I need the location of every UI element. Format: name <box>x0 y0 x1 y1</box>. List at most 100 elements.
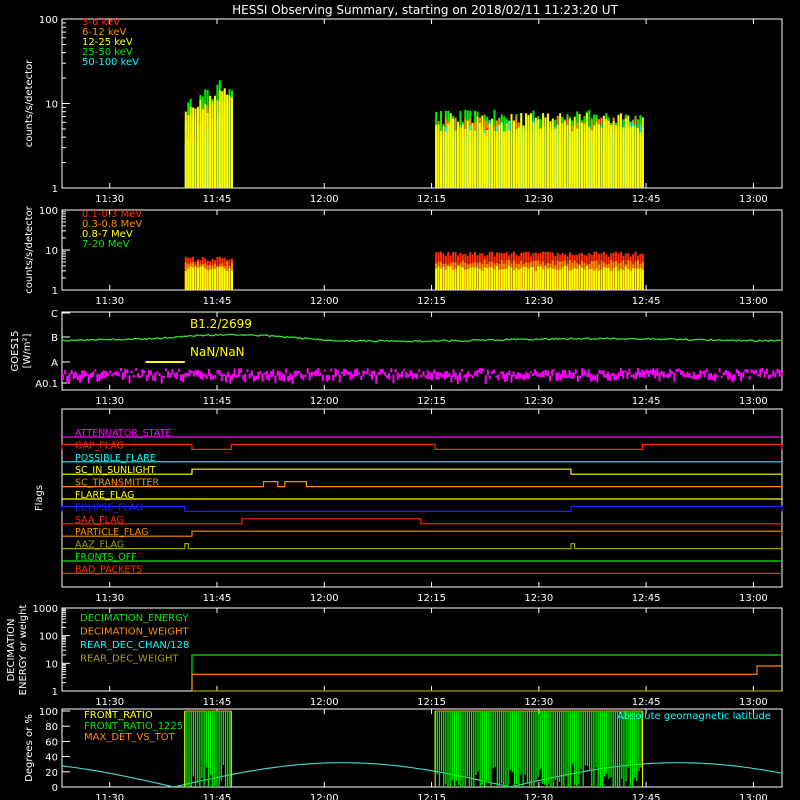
goes-short-bar <box>132 374 135 378</box>
counts-low-bar <box>471 122 474 188</box>
goes-short-bar <box>594 375 597 381</box>
counts-high-xtick-label: 13:00 <box>739 296 768 307</box>
goes-short-bar <box>375 374 378 384</box>
goes-short-bar <box>197 370 200 377</box>
goes-short-bar <box>570 372 573 380</box>
goes-short-bar <box>426 370 429 379</box>
goes-short-bar <box>87 374 90 384</box>
goes-short-bar <box>231 373 234 380</box>
counts-low-bar <box>522 125 525 188</box>
goes-short-bar <box>205 374 208 379</box>
goes-short-bar <box>538 373 541 378</box>
counts-high-bar <box>564 265 567 290</box>
goes-short-bar <box>413 373 416 378</box>
goes-short-bar <box>282 373 285 382</box>
counts-low-bar <box>636 127 639 188</box>
flags-xtick-label: 12:00 <box>310 593 339 604</box>
ratio-ytick-label: 40 <box>45 753 58 764</box>
counts-low-bar <box>510 114 513 188</box>
goes-short-bar <box>574 369 577 374</box>
counts-low-bar <box>444 132 447 188</box>
goes-short-bar <box>272 369 275 377</box>
goes-short-bar <box>488 375 491 380</box>
goes-short-bar <box>506 372 509 382</box>
flags-xtick-label: 13:00 <box>739 593 768 604</box>
goes-short-bar <box>143 370 146 374</box>
ratio-xtick-label: 12:15 <box>417 793 446 800</box>
counts-high-bar <box>192 267 195 290</box>
goes-short-bar <box>733 373 736 381</box>
counts-high-bar <box>228 268 231 290</box>
counts-low-bar <box>622 127 625 188</box>
decimation-ytick-label: 1000 <box>33 604 58 615</box>
counts-low-bar <box>464 129 467 188</box>
decimation-ylabel-2: ENERGY or weight <box>18 605 29 696</box>
goes-short-bar <box>626 371 629 379</box>
goes-short-bar <box>527 373 530 379</box>
goes-short-bar <box>542 370 545 378</box>
goes-short-bar <box>244 373 247 383</box>
goes-short-bar <box>390 368 393 373</box>
goes-short-bar <box>679 370 682 375</box>
counts-high-legend-item: 7-20 MeV <box>82 239 130 250</box>
goes-short-bar <box>740 372 743 382</box>
goes-short-bar <box>192 371 195 377</box>
goes-short-bar <box>351 374 354 379</box>
counts-high-bar <box>556 269 559 290</box>
counts-high-bar <box>512 270 515 290</box>
counts-low-legend-item: 50-100 keV <box>82 57 139 68</box>
goes-short-bar <box>353 369 356 377</box>
goes-short-bar <box>467 370 470 378</box>
decimation-legend-item: DECIMATION_ENERGY <box>80 613 189 624</box>
goes-short-bar <box>568 369 571 378</box>
goes-short-bar <box>750 369 753 373</box>
goes-short-bar <box>469 374 472 377</box>
goes-short-bar <box>291 375 294 385</box>
ratio-xtick-label: 12:00 <box>310 793 339 800</box>
counts-high-bar <box>544 266 547 290</box>
goes-short-bar <box>177 369 180 372</box>
goes-short-bar <box>255 375 258 380</box>
goes-short-bar <box>107 372 110 376</box>
counts-low-bar <box>534 117 537 188</box>
counts-low-bar <box>226 94 229 188</box>
counts-low-bar <box>583 123 586 188</box>
goes-short-bar <box>310 371 313 377</box>
counts-low-bar <box>517 127 520 188</box>
decimation-xtick-label: 11:45 <box>203 697 232 708</box>
counts-low-bar <box>442 126 445 188</box>
goes-short-bar <box>334 368 337 378</box>
goes-short-bar <box>398 373 401 378</box>
goes-short-bar <box>62 374 64 380</box>
counts-high-bar <box>566 266 569 290</box>
goes-short-bar <box>450 375 453 383</box>
ratio-legend-item: MAX_DET_VS_TOT <box>84 732 176 743</box>
counts-high-frame <box>61 209 783 291</box>
counts-low-bar <box>598 124 601 188</box>
counts-low-bar <box>554 128 557 188</box>
goes-short-bar <box>699 370 702 378</box>
goes-short-bar <box>424 375 427 379</box>
goes-short-bar <box>235 374 238 379</box>
counts-low-bar <box>209 95 212 188</box>
goes-short-bar <box>207 368 210 377</box>
counts-high-bar <box>627 268 630 290</box>
goes-short-bar <box>617 372 620 379</box>
counts-low-bar <box>223 88 226 188</box>
counts-high-bar <box>495 266 498 290</box>
goes-short-bar <box>169 372 172 378</box>
counts-high-ylabel: counts/s/detector <box>24 205 35 293</box>
decimation-legend-item: REAR_DEC_CHAN/128 <box>80 640 189 651</box>
goes-short-bar <box>377 372 380 376</box>
goes-short-bar <box>553 369 556 372</box>
goes-short-bar <box>551 369 554 376</box>
goes-short-bar <box>83 370 86 377</box>
goes-short-bar <box>703 370 706 378</box>
counts-low-bar <box>542 112 545 188</box>
counts-high-bar <box>581 268 584 290</box>
goes-short-bar <box>145 375 148 382</box>
goes-short-bar <box>109 370 112 373</box>
goes-short-bar <box>328 374 331 381</box>
goes-short-bar <box>658 372 661 382</box>
goes-short-bar <box>596 373 599 383</box>
